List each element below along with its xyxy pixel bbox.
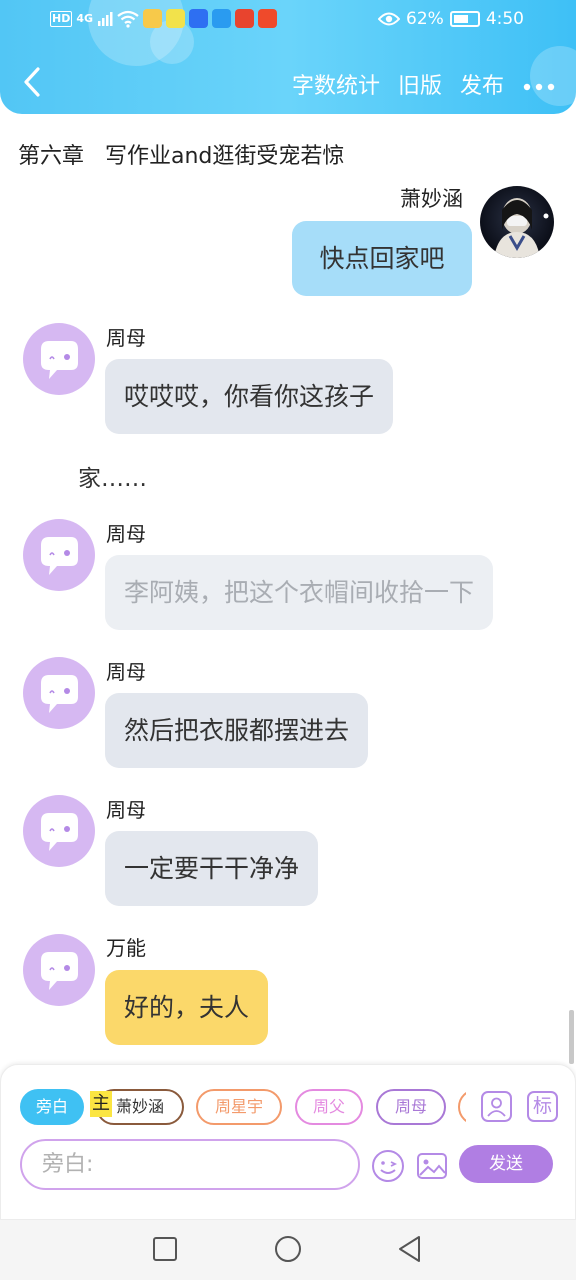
app-notification-icon	[212, 9, 232, 28]
app-header: HD 4G 62% 4:50 字数统计 旧版 发布	[0, 0, 576, 114]
image-button[interactable]	[415, 1149, 449, 1183]
main-role-marker: 主	[90, 1091, 112, 1117]
word-count-button[interactable]: 字数统计	[292, 68, 380, 100]
old-version-button[interactable]: 旧版	[398, 68, 442, 100]
chat-bubble-icon	[41, 813, 78, 851]
role-chip[interactable]	[458, 1089, 466, 1125]
message-bubble[interactable]: 好的，夫人	[105, 970, 269, 1045]
app-notification-icon	[143, 9, 163, 28]
chat-bubble-icon	[41, 675, 78, 713]
app-notification-icon	[235, 9, 255, 28]
avatar[interactable]	[23, 323, 95, 395]
user-photo	[494, 198, 549, 258]
more-dots-icon	[523, 83, 555, 91]
avatar[interactable]	[23, 657, 95, 729]
chat-bubble-icon	[41, 952, 78, 990]
message-input[interactable]: 旁白:	[20, 1139, 360, 1190]
recents-icon[interactable]	[150, 1234, 180, 1264]
chevron-left-icon	[24, 67, 40, 97]
app-notification-icon	[166, 9, 186, 28]
sender-name: 万能	[106, 936, 146, 960]
sender-name: 周母	[106, 326, 146, 350]
network-badge: 4G	[76, 11, 94, 25]
sender-name: 周母	[106, 522, 146, 546]
chat-bubble-icon	[41, 341, 78, 379]
message-bubble[interactable]: 快点回家吧	[292, 221, 472, 296]
avatar[interactable]	[23, 519, 95, 591]
signal-icon	[98, 11, 113, 26]
wifi-icon	[117, 10, 139, 28]
role-chip[interactable]: 周父	[295, 1089, 363, 1125]
battery-percent: 62%	[406, 9, 444, 29]
battery-icon	[449, 11, 480, 27]
back-button[interactable]	[18, 64, 48, 100]
send-button[interactable]: 发送	[459, 1145, 553, 1183]
header-actions: 字数统计 旧版 发布	[292, 68, 556, 100]
message-bubble[interactable]: 李阿姨，把这个衣帽间收拾一下	[105, 555, 494, 630]
app-notification-icon	[189, 9, 209, 28]
narration-text[interactable]: 家……	[78, 459, 147, 493]
back-nav-icon[interactable]	[395, 1234, 425, 1264]
tag-button[interactable]: 标	[527, 1091, 558, 1122]
publish-button[interactable]: 发布	[460, 68, 504, 100]
chat-bubble-icon	[41, 537, 78, 575]
message-bubble[interactable]: 然后把衣服都摆进去	[105, 693, 369, 768]
avatar[interactable]	[23, 795, 95, 867]
emoji-icon	[372, 1150, 404, 1182]
system-nav-bar	[0, 1220, 576, 1280]
hd-badge: HD	[50, 10, 73, 27]
chapter-title: 第六章 写作业and逛街受宠若惊	[18, 144, 345, 169]
message-bubble[interactable]: 一定要干干净净	[105, 831, 319, 906]
more-button[interactable]	[522, 70, 556, 98]
person-icon	[487, 1097, 506, 1117]
status-bar: HD 4G 62% 4:50	[0, 0, 576, 40]
sender-name: 萧妙涵	[400, 187, 463, 211]
role-selector: 旁白 萧妙涵 周星宇 周父 周母	[20, 1089, 466, 1127]
message-bubble[interactable]: 哎哎哎，你看你这孩子	[105, 359, 394, 434]
role-chip[interactable]: 周母	[376, 1089, 446, 1125]
avatar[interactable]	[480, 186, 554, 258]
home-icon[interactable]	[273, 1234, 303, 1264]
emoji-button[interactable]	[371, 1149, 405, 1183]
avatar[interactable]	[23, 934, 95, 1006]
image-icon	[417, 1153, 447, 1179]
role-chip[interactable]: 周星宇	[196, 1089, 282, 1125]
app-notification-icon	[258, 9, 278, 28]
role-chip-narrator[interactable]: 旁白	[20, 1089, 84, 1125]
add-role-button[interactable]	[481, 1091, 512, 1122]
scrollbar[interactable]	[569, 1010, 574, 1064]
clock: 4:50	[485, 9, 524, 29]
sender-name: 周母	[106, 660, 146, 684]
sender-name: 周母	[106, 798, 146, 822]
eye-icon	[378, 12, 401, 26]
